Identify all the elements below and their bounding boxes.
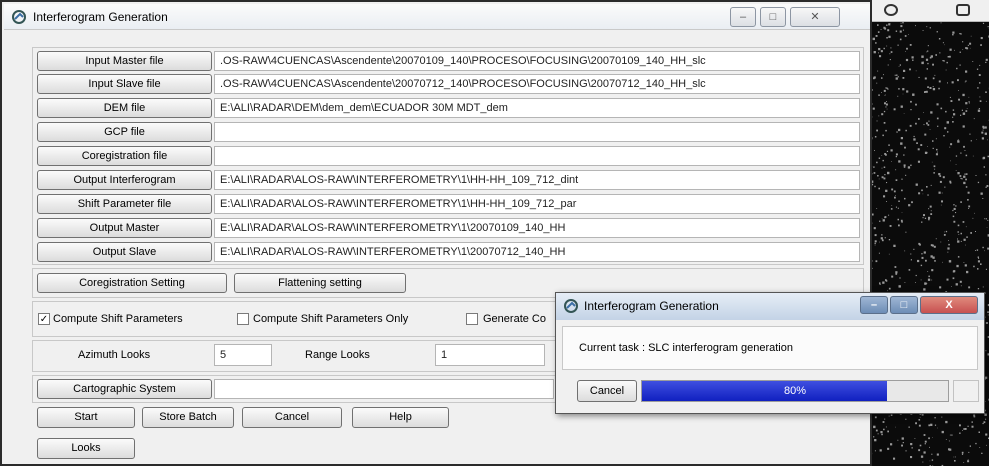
background-window-toolbar	[868, 0, 989, 22]
output-slave-field[interactable]: E:\ALI\RADAR\ALOS-RAW\INTERFEROMETRY\1\2…	[214, 242, 860, 262]
range-looks-label: Range Looks	[305, 349, 370, 361]
toolbar-icon[interactable]	[956, 4, 970, 16]
output-master-button[interactable]: Output Master	[37, 218, 212, 238]
output-master-field[interactable]: E:\ALI\RADAR\ALOS-RAW\INTERFEROMETRY\1\2…	[214, 218, 860, 238]
coregistration-file-button[interactable]: Coregistration file	[37, 146, 212, 166]
coregistration-file-field[interactable]	[214, 146, 860, 166]
maximize-button[interactable]: □	[760, 7, 786, 27]
compute-shift-label: Compute Shift Parameters	[53, 313, 183, 325]
progress-cancel-button[interactable]: Cancel	[577, 380, 637, 402]
compute-shift-only-checkbox[interactable]	[237, 313, 249, 325]
output-interferogram-field[interactable]: E:\ALI\RADAR\ALOS-RAW\INTERFEROMETRY\1\H…	[214, 170, 860, 190]
progress-dialog-body: Current task : SLC interferogram generat…	[562, 326, 978, 370]
input-slave-file-field[interactable]: .OS-RAW\4CUENCAS\Ascendente\20070712_140…	[214, 74, 860, 94]
shift-parameter-file-field[interactable]: E:\ALI\RADAR\ALOS-RAW\INTERFEROMETRY\1\H…	[214, 194, 860, 214]
dem-file-field[interactable]: E:\ALI\RADAR\DEM\dem_dem\ECUADOR 30M MDT…	[214, 98, 860, 118]
input-master-file-button[interactable]: Input Master file	[37, 51, 212, 71]
input-slave-file-button[interactable]: Input Slave file	[37, 74, 212, 94]
minimize-button[interactable]: –	[730, 7, 756, 27]
flattening-setting-button[interactable]: Flattening setting	[234, 273, 406, 293]
compute-shift-only-label: Compute Shift Parameters Only	[253, 313, 409, 325]
help-button[interactable]: Help	[352, 407, 449, 428]
window-title: Interferogram Generation	[33, 10, 168, 24]
start-button[interactable]: Start	[37, 407, 135, 428]
cartographic-system-button[interactable]: Cartographic System	[37, 379, 212, 399]
gcp-file-button[interactable]: GCP file	[37, 122, 212, 142]
compute-shift-checkbox[interactable]: ✓	[38, 313, 50, 325]
azimuth-looks-label: Azimuth Looks	[78, 349, 151, 361]
shift-parameter-file-button[interactable]: Shift Parameter file	[37, 194, 212, 214]
app-icon	[563, 298, 579, 314]
gcp-file-field[interactable]	[214, 122, 860, 142]
app-icon	[11, 9, 27, 25]
progress-dialog-title: Interferogram Generation	[584, 299, 719, 313]
toolbar-icon[interactable]	[884, 4, 898, 16]
generate-label: Generate Co	[483, 313, 546, 325]
cartographic-system-field[interactable]	[214, 379, 554, 399]
close-button[interactable]: X	[920, 296, 978, 314]
status-cell	[953, 380, 979, 402]
minimize-button[interactable]: –	[860, 296, 888, 314]
coregistration-setting-button[interactable]: Coregistration Setting	[37, 273, 227, 293]
azimuth-looks-input[interactable]: 5	[214, 344, 272, 366]
output-slave-button[interactable]: Output Slave	[37, 242, 212, 262]
range-looks-input[interactable]: 1	[435, 344, 545, 366]
output-interferogram-button[interactable]: Output Interferogram	[37, 170, 212, 190]
progress-dialog: Interferogram Generation – □ X Current t…	[555, 292, 985, 414]
cancel-button[interactable]: Cancel	[242, 407, 342, 428]
progress-dialog-titlebar: Interferogram Generation – □ X	[556, 293, 984, 320]
window-titlebar: Interferogram Generation – □ ✕	[4, 4, 870, 30]
store-batch-button[interactable]: Store Batch	[142, 407, 234, 428]
generate-checkbox[interactable]	[466, 313, 478, 325]
progress-percent: 80%	[783, 385, 807, 397]
progress-bar: 80%	[641, 380, 949, 402]
maximize-button[interactable]: □	[890, 296, 918, 314]
input-master-file-field[interactable]: .OS-RAW\4CUENCAS\Ascendente\20070109_140…	[214, 51, 860, 71]
close-button[interactable]: ✕	[790, 7, 840, 27]
dem-file-button[interactable]: DEM file	[37, 98, 212, 118]
current-task-text: Current task : SLC interferogram generat…	[579, 342, 793, 354]
looks-button[interactable]: Looks	[37, 438, 135, 459]
